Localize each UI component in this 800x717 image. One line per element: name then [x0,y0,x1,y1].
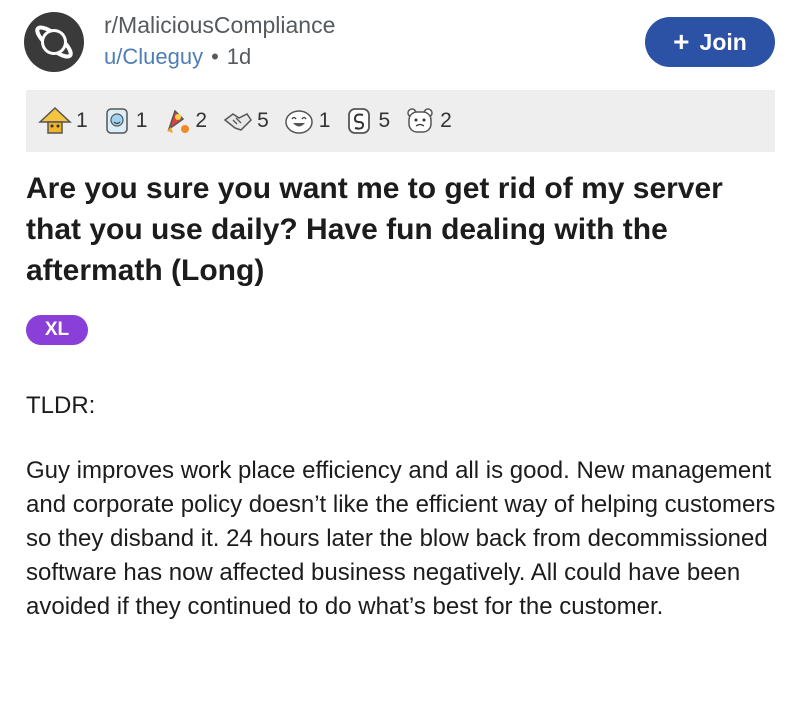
award-laughing[interactable]: 1 [283,106,331,136]
handshake-award-icon [223,113,253,131]
award-handshake[interactable]: 5 [221,106,269,136]
snek-award-icon [348,108,371,134]
subreddit-name[interactable]: r/MaliciousCompliance [104,12,335,39]
bear-face-award-icon [407,108,433,133]
post-flair[interactable]: XL [26,315,88,345]
award-count: 1 [318,109,331,132]
join-button[interactable]: + Join [645,17,775,67]
post-body: Guy improves work place efficiency and a… [26,457,776,620]
award-helpful[interactable]: 1 [38,106,88,136]
award-count: 1 [76,109,88,132]
wholesome-award-icon [105,108,128,134]
award-count: 1 [135,109,148,132]
helpful-award-icon [38,106,72,134]
author-link[interactable]: u/Clueguy [104,44,203,70]
award-count: 5 [378,109,391,132]
award-wholesome[interactable]: 1 [102,105,148,137]
award-count: 5 [257,109,269,132]
post-title[interactable]: Are you sure you want me to get rid of m… [26,168,776,291]
awards-bar[interactable]: 1 1 2 5 1 5 2 [26,90,775,152]
award-snek[interactable]: 5 [344,105,390,137]
join-button-label: Join [699,28,747,55]
subreddit-avatar[interactable] [24,12,84,72]
laughing-award-icon [285,110,313,134]
award-rocket-like[interactable]: 2 [161,105,207,137]
award-count: 2 [195,109,208,132]
award-bear-face[interactable]: 2 [404,105,452,137]
rocket-like-award-icon [167,109,190,133]
planet-icon [35,25,73,59]
plus-icon: + [673,26,690,57]
award-count: 2 [440,109,452,132]
post-meta: u/Clueguy • 1d [104,44,251,70]
post-age: 1d [226,44,252,69]
meta-separator: • [211,44,219,69]
body-heading: TLDR: [26,392,96,419]
